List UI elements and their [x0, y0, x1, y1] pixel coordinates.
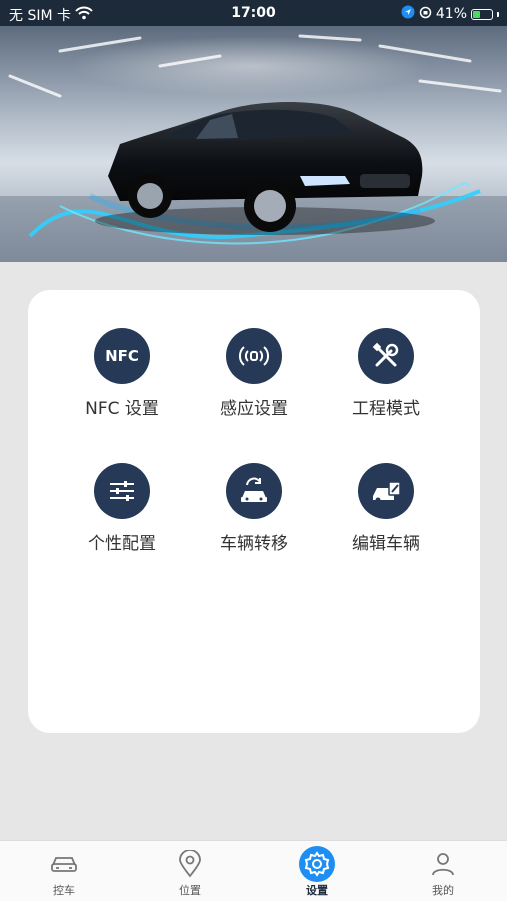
sliders-icon [94, 463, 150, 519]
tools-icon [358, 328, 414, 384]
edit-vehicle-label: 编辑车辆 [352, 534, 420, 554]
tab-location[interactable]: 位置 [150, 841, 230, 901]
location-pin-icon [150, 847, 230, 881]
sensing-settings-button[interactable]: 感应设置 [189, 328, 319, 419]
nfc-icon: NFC [94, 328, 150, 384]
personal-config-label: 个性配置 [88, 534, 156, 554]
personal-config-button[interactable]: 个性配置 [57, 463, 187, 554]
edit-car-icon [358, 463, 414, 519]
nfc-settings-button[interactable]: NFC NFC 设置 [57, 328, 187, 419]
tab-location-label: 位置 [179, 884, 201, 897]
battery-icon [471, 8, 493, 20]
engineering-mode-button[interactable]: 工程模式 [321, 328, 451, 419]
tab-control-car-label: 控车 [53, 884, 75, 897]
car-icon [24, 847, 104, 881]
battery-level-fill [473, 10, 481, 18]
bottom-tab-bar: 控车 位置 设置 我的 [0, 840, 507, 901]
sensing-icon [226, 328, 282, 384]
location-arrow-icon [401, 5, 415, 23]
battery-percent: 41% [435, 6, 467, 22]
orientation-lock-icon [419, 6, 432, 23]
tab-settings[interactable]: 设置 [277, 841, 357, 901]
tab-mine-label: 我的 [432, 884, 454, 897]
tab-control-car[interactable]: 控车 [24, 841, 104, 901]
edit-vehicle-button[interactable]: 编辑车辆 [321, 463, 451, 554]
gear-icon [277, 846, 357, 882]
car-transfer-icon [226, 463, 282, 519]
nfc-settings-label: NFC 设置 [85, 399, 159, 419]
tab-mine[interactable]: 我的 [403, 841, 483, 901]
tab-settings-label: 设置 [306, 884, 328, 897]
car-banner-image [0, 26, 507, 262]
status-bar: 无 SIM 卡 17:00 41% [0, 0, 507, 26]
engineering-mode-label: 工程模式 [352, 399, 420, 419]
function-card: NFC NFC 设置 感应设置 工程模式 个性配置 车辆转移 编辑车辆 [28, 290, 480, 733]
vehicle-transfer-label: 车辆转移 [220, 534, 288, 554]
vehicle-transfer-button[interactable]: 车辆转移 [189, 463, 319, 554]
person-icon [403, 847, 483, 881]
sensing-settings-label: 感应设置 [220, 399, 288, 419]
